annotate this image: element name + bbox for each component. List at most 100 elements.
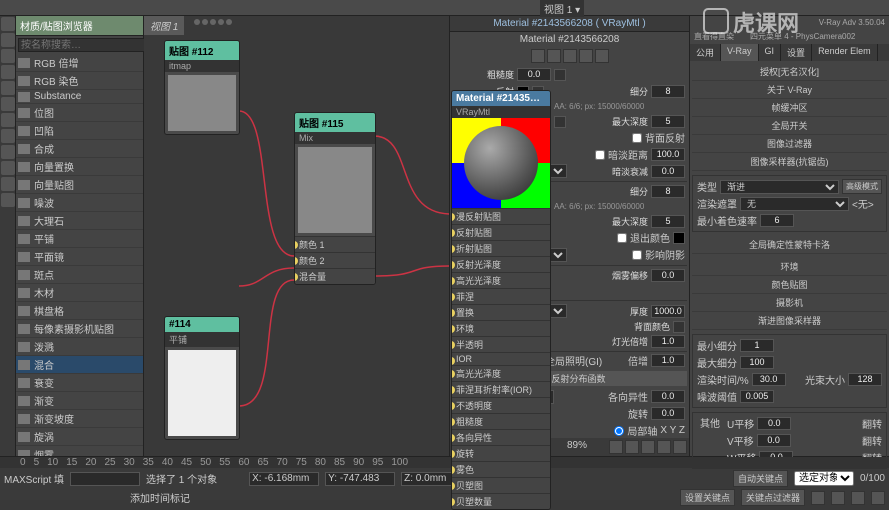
node-slot[interactable]: 半透明: [452, 336, 550, 352]
btn-setkey[interactable]: 设置关键点: [680, 489, 735, 506]
search-input[interactable]: [18, 38, 156, 52]
btn-advanced[interactable]: 高级模式: [842, 179, 882, 194]
browser-item[interactable]: 泼溅: [16, 338, 143, 356]
nav-icon[interactable]: [673, 440, 687, 454]
node-slot[interactable]: 反射光泽度: [452, 256, 550, 272]
node-slot[interactable]: IOR: [452, 352, 550, 365]
addtime[interactable]: 添加时间标记: [130, 490, 190, 505]
viewport-dropdown[interactable]: 视图 1 ▾: [540, 0, 584, 17]
tool-icon[interactable]: [1, 145, 15, 159]
browser-item[interactable]: 衰变: [16, 374, 143, 392]
nav-icon[interactable]: [609, 440, 623, 454]
script-input[interactable]: [70, 472, 140, 486]
node-slot[interactable]: 贝塑数量: [452, 493, 550, 509]
rollout-header[interactable]: 环境: [692, 258, 887, 276]
zoom-value[interactable]: 89%: [567, 440, 607, 454]
browser-item[interactable]: 渐变坡度: [16, 410, 143, 428]
tool-icon[interactable]: [1, 193, 15, 207]
browser-item[interactable]: 位图: [16, 104, 143, 122]
view-tab[interactable]: 视图 1: [144, 16, 184, 35]
browser-item[interactable]: 旋涡: [16, 428, 143, 446]
spin-rough[interactable]: 0.0: [517, 68, 551, 81]
rollout-header[interactable]: 图像采样器(抗锯齿): [692, 153, 887, 171]
browser-item[interactable]: Substance: [16, 90, 143, 104]
browser-item[interactable]: 向量置换: [16, 158, 143, 176]
node-bitmap-112[interactable]: 贴图 #112 itmap: [164, 40, 240, 135]
play-icon[interactable]: [851, 491, 865, 505]
node-canvas[interactable]: 视图 1 贴图 #112 itmap 贴图 #115 Mix 颜色 1 颜色 2…: [144, 16, 449, 456]
tool-icon[interactable]: [1, 177, 15, 191]
rollout-header[interactable]: 帧缓冲区: [692, 99, 887, 117]
browser-item[interactable]: RGB 倍增: [16, 54, 143, 72]
browser-item[interactable]: 棋盘格: [16, 302, 143, 320]
tool-icon[interactable]: [1, 33, 15, 47]
browser-item[interactable]: 噪波: [16, 194, 143, 212]
node-slot[interactable]: 旋转: [452, 445, 550, 461]
nav-icon[interactable]: [657, 440, 671, 454]
node-slot[interactable]: 混合量: [295, 268, 375, 284]
node-vraymtl[interactable]: Material #21435… VRayMtl 漫反射贴图反射贴图折射贴图反射…: [451, 90, 551, 510]
node-slot[interactable]: 置换: [452, 304, 550, 320]
map-slot[interactable]: [554, 116, 566, 128]
play-icon[interactable]: [871, 491, 885, 505]
tab-gi[interactable]: GI: [759, 44, 782, 61]
rollout-header[interactable]: 关于 V-Ray: [692, 81, 887, 99]
node-slot[interactable]: 粗糙度: [452, 413, 550, 429]
rollout-header[interactable]: 图像过滤器: [692, 135, 887, 153]
browser-item[interactable]: RGB 染色: [16, 72, 143, 90]
rollout-header[interactable]: 授权[无名汉化]: [692, 63, 887, 81]
browser-item[interactable]: 木材: [16, 284, 143, 302]
nav-icon[interactable]: [625, 440, 639, 454]
panel-tool-icon[interactable]: [595, 49, 609, 63]
panel-tool-icon[interactable]: [547, 49, 561, 63]
tool-icon[interactable]: [1, 81, 15, 95]
browser-item[interactable]: 向量贴图: [16, 176, 143, 194]
tool-icon[interactable]: [1, 49, 15, 63]
node-slot[interactable]: 各向异性: [452, 429, 550, 445]
node-slot[interactable]: 高光光泽度: [452, 365, 550, 381]
rollout-header[interactable]: 摄影机: [692, 294, 887, 312]
node-slot[interactable]: 反射贴图: [452, 224, 550, 240]
rollout-header[interactable]: 颜色贴图: [692, 276, 887, 294]
play-icon[interactable]: [831, 491, 845, 505]
panel-tool-icon[interactable]: [563, 49, 577, 63]
node-slot[interactable]: 菲涅: [452, 288, 550, 304]
node-tiles-114[interactable]: #114 平铺: [164, 316, 240, 440]
node-slot[interactable]: 环境: [452, 320, 550, 336]
node-slot[interactable]: 颜色 1: [295, 236, 375, 252]
browser-item[interactable]: 每像素摄影机贴图: [16, 320, 143, 338]
y-coord[interactable]: [325, 472, 395, 486]
node-header[interactable]: #114: [165, 317, 239, 332]
node-mix-115[interactable]: 贴图 #115 Mix 颜色 1 颜色 2 混合量: [294, 112, 376, 285]
browser-item[interactable]: 斑点: [16, 266, 143, 284]
browser-item[interactable]: 平面镜: [16, 248, 143, 266]
tab-re[interactable]: Render Elem: [812, 44, 878, 61]
tool-icon[interactable]: [1, 161, 15, 175]
btn-keyfilter[interactable]: 关键点过滤器: [741, 489, 805, 506]
panel-tool-icon[interactable]: [579, 49, 593, 63]
browser-item[interactable]: 大理石: [16, 212, 143, 230]
browser-item[interactable]: 凹陷: [16, 122, 143, 140]
tab-vray[interactable]: V-Ray: [721, 44, 759, 61]
tool-icon[interactable]: [1, 17, 15, 31]
browser-item[interactable]: 混合: [16, 356, 143, 374]
play-icon[interactable]: [811, 491, 825, 505]
node-header[interactable]: 贴图 #112: [165, 41, 239, 60]
tool-icon[interactable]: [1, 97, 15, 111]
rollout-header[interactable]: 渐进图像采样器: [692, 312, 887, 330]
node-slot[interactable]: 高光光泽度: [452, 272, 550, 288]
browser-item[interactable]: 合成: [16, 140, 143, 158]
btn-autokey[interactable]: 自动关键点: [733, 470, 788, 487]
tool-icon[interactable]: [1, 113, 15, 127]
rollout-header[interactable]: 全局开关: [692, 117, 887, 135]
node-slot[interactable]: 漫反射贴图: [452, 208, 550, 224]
tool-icon[interactable]: [1, 129, 15, 143]
tool-icon[interactable]: [1, 65, 15, 79]
browser-item[interactable]: 渐变: [16, 392, 143, 410]
node-slot[interactable]: 不透明度: [452, 397, 550, 413]
node-slot[interactable]: 颜色 2: [295, 252, 375, 268]
node-header[interactable]: Material #21435…: [452, 91, 550, 106]
tab-common[interactable]: 公用: [690, 44, 721, 61]
timeline[interactable]: 0510152025303540455055606570758085909510…: [0, 457, 889, 468]
x-coord[interactable]: [249, 472, 319, 486]
